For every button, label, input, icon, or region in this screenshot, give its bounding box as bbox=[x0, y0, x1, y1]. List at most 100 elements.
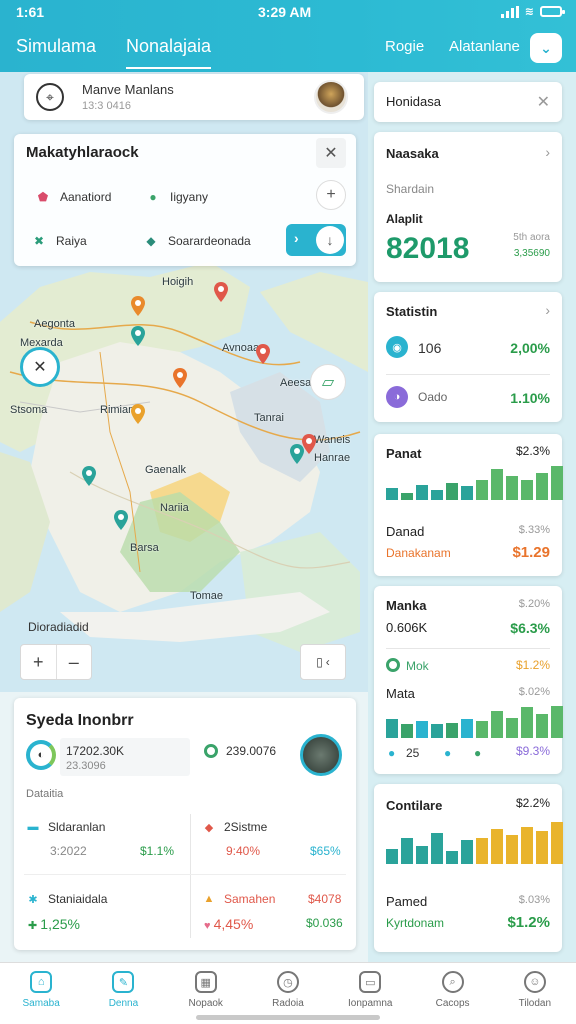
chevron-right-icon[interactable]: › bbox=[545, 144, 550, 160]
map-label: Avnoaa bbox=[222, 342, 260, 354]
row-sub: 3:2022 bbox=[50, 844, 87, 858]
map-pin[interactable] bbox=[302, 434, 316, 454]
compass-button[interactable]: ✕ bbox=[20, 347, 60, 387]
card-pct: $2.2% bbox=[515, 796, 550, 810]
map-pin[interactable] bbox=[131, 296, 145, 316]
row-value: $65% bbox=[310, 844, 341, 858]
foot-value: 25 bbox=[406, 746, 420, 760]
location-pill[interactable]: ⌖ Manve Manlans 13:3 0416 bbox=[24, 74, 364, 120]
bar bbox=[461, 719, 473, 738]
summary-row[interactable]: ✱ Staniaidala bbox=[26, 892, 107, 906]
wifi-icon: ≋ bbox=[524, 6, 534, 18]
heart-icon: ♥ bbox=[204, 920, 214, 932]
search-icon: ⌕ bbox=[441, 971, 464, 993]
map-pin[interactable] bbox=[290, 444, 304, 464]
direction-toggle[interactable]: › ↓ bbox=[286, 224, 346, 256]
row-sub-text: 1,25% bbox=[40, 916, 80, 932]
link-alatanlane[interactable]: Alatanlane bbox=[449, 38, 520, 55]
bar bbox=[386, 719, 398, 738]
close-icon[interactable]: ✕ bbox=[537, 92, 550, 112]
warning-icon: ▲ bbox=[203, 893, 215, 905]
drop-icon: ◆ bbox=[146, 234, 156, 248]
row-label: Samahen bbox=[224, 892, 276, 906]
search-field[interactable]: Honidasa bbox=[386, 94, 441, 109]
bar bbox=[476, 480, 488, 500]
map-footer-label: Dioradiadid bbox=[28, 620, 89, 634]
tab-nonalajaia[interactable]: Nonalajaia bbox=[126, 36, 212, 69]
search-card[interactable]: Honidasa ✕ bbox=[374, 82, 562, 122]
bar-card[interactable]: Contilare $2.2% Pamed Kyrtdonam $.03% $1… bbox=[374, 784, 563, 952]
right-panel: Honidasa ✕ Naasaka › Shardain Alaplit 82… bbox=[368, 72, 576, 962]
tab-tilodan[interactable]: ☺ Tilodan bbox=[494, 963, 576, 1024]
foot-value: $9.3% bbox=[515, 744, 550, 758]
map-pin[interactable] bbox=[214, 282, 228, 302]
tab-cacops[interactable]: ⌕ Cacops bbox=[411, 963, 493, 1024]
link-rogie[interactable]: Rogie bbox=[385, 38, 424, 55]
bar bbox=[476, 721, 488, 738]
dot-icon: ● bbox=[444, 746, 452, 760]
filter-chip[interactable]: ● Iigyany bbox=[144, 188, 208, 206]
map-pin[interactable] bbox=[131, 404, 145, 424]
card-title: Panat bbox=[386, 446, 422, 461]
close-button[interactable]: ✕ bbox=[316, 138, 346, 168]
add-button[interactable]: + bbox=[316, 180, 346, 210]
tab-simulama[interactable]: Simulama bbox=[16, 36, 96, 57]
map-pin[interactable] bbox=[114, 510, 128, 530]
zoom-out-button[interactable]: – bbox=[57, 645, 92, 679]
map-pin[interactable] bbox=[131, 326, 145, 346]
summary-row[interactable]: ▲ Samahen bbox=[202, 892, 276, 906]
card-value: $1.2% bbox=[507, 914, 550, 931]
bar bbox=[491, 711, 503, 738]
filter-chip[interactable]: ✖ Raiya bbox=[30, 232, 87, 250]
filter-chip[interactable]: ◆ Soarardeonada bbox=[142, 232, 250, 250]
card-pct: $.03% bbox=[518, 894, 550, 906]
chevron-right-icon[interactable]: › bbox=[545, 302, 550, 318]
map-label: Rimian bbox=[100, 404, 135, 416]
map-pin[interactable] bbox=[82, 466, 96, 486]
tag-icon: ▬ bbox=[27, 821, 39, 833]
map-label: Gaenalk bbox=[145, 464, 186, 476]
expand-icon: ‹ bbox=[325, 655, 330, 669]
status-dot-icon bbox=[386, 658, 400, 672]
divider bbox=[190, 814, 191, 938]
map-label: Nariia bbox=[160, 502, 189, 514]
filter-chip[interactable]: ⬟ Aanatiord bbox=[34, 188, 112, 206]
tab-denna[interactable]: ✎ Denna bbox=[82, 963, 164, 1024]
map-pin[interactable] bbox=[256, 344, 270, 364]
summary-row[interactable]: ▬ Sldaranlan bbox=[26, 820, 106, 834]
tab-samaba[interactable]: ⌂ Samaba bbox=[0, 963, 82, 1024]
row-value: $1.2% bbox=[515, 658, 550, 672]
clock-icon: ◷ bbox=[276, 971, 299, 993]
bar bbox=[491, 829, 503, 864]
bar bbox=[416, 846, 428, 864]
map-pin[interactable] bbox=[173, 368, 187, 388]
layers-button[interactable]: ▱ bbox=[310, 364, 346, 400]
location-sub: 13:3 0416 bbox=[82, 100, 131, 112]
tab-label: Denna bbox=[108, 998, 139, 1009]
card-big-value: 82018 bbox=[386, 232, 470, 265]
bookmark-button[interactable]: ▯ ‹ bbox=[300, 644, 346, 680]
summary-value-main: 17202.30K bbox=[66, 744, 125, 758]
statistics-card[interactable]: Statistin › ◉ 106 2,00% ◑ Oado 1.10% bbox=[374, 292, 562, 422]
download-button[interactable]: ⌄ bbox=[530, 33, 562, 63]
map-label: Aeesal bbox=[280, 377, 314, 389]
card-pct: $.33% bbox=[518, 524, 550, 536]
bar-card[interactable]: Panat $2.3% Danad Danakanam $.33% $1.29 bbox=[374, 434, 563, 576]
home-indicator bbox=[196, 1015, 380, 1020]
moon-icon: ◑ bbox=[386, 386, 408, 408]
map-label: Barsa bbox=[130, 542, 159, 554]
filter-title: Makatyhlaraock bbox=[26, 144, 139, 161]
card-value-right: $6.3% bbox=[510, 620, 550, 636]
zoom-in-button[interactable]: + bbox=[21, 645, 57, 679]
tab-label: Ionpamna bbox=[348, 998, 393, 1009]
bar bbox=[521, 707, 533, 738]
avatar[interactable] bbox=[314, 80, 348, 114]
row-label: Mok bbox=[406, 659, 429, 673]
mixed-card[interactable]: Manka $.20% 0.606K $6.3% Mok $1.2% Mata … bbox=[374, 586, 563, 774]
inbox-icon: ▭ bbox=[359, 971, 382, 993]
thumbnail-image[interactable] bbox=[300, 734, 342, 776]
map-label: Hoigih bbox=[162, 276, 194, 288]
summary-row[interactable]: ◆ 2Sistme bbox=[202, 820, 268, 834]
metric-card[interactable]: Naasaka › Shardain Alaplit 82018 5th aor… bbox=[374, 132, 562, 282]
chevron-right-icon: › bbox=[294, 230, 299, 246]
